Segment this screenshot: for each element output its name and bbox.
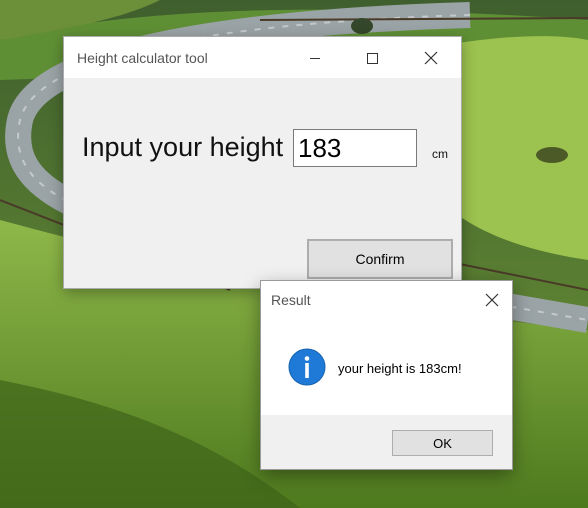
dialog-title: Result (271, 292, 311, 308)
dialog-close-button[interactable] (471, 281, 512, 319)
close-icon (485, 293, 498, 307)
unit-label: cm (432, 147, 448, 161)
window-title: Height calculator tool (77, 50, 208, 66)
result-message: your height is 183cm! (338, 361, 462, 376)
confirm-button[interactable]: Confirm (307, 239, 453, 279)
height-input[interactable] (293, 129, 417, 167)
minimize-icon (310, 57, 320, 59)
ok-button[interactable]: OK (392, 430, 493, 456)
dialog-footer: OK (261, 415, 512, 469)
close-button[interactable] (408, 37, 454, 78)
minimize-button[interactable] (292, 37, 338, 78)
info-icon (288, 348, 326, 386)
maximize-icon (367, 52, 378, 64)
result-dialog: Result your height is 183cm! OK (261, 281, 512, 469)
height-input-label: Input your height (82, 132, 284, 162)
window-titlebar[interactable]: Height calculator tool (64, 37, 461, 78)
height-calculator-window: Height calculator tool Input your height… (64, 37, 461, 288)
close-icon (424, 51, 438, 64)
maximize-button[interactable] (349, 37, 395, 78)
